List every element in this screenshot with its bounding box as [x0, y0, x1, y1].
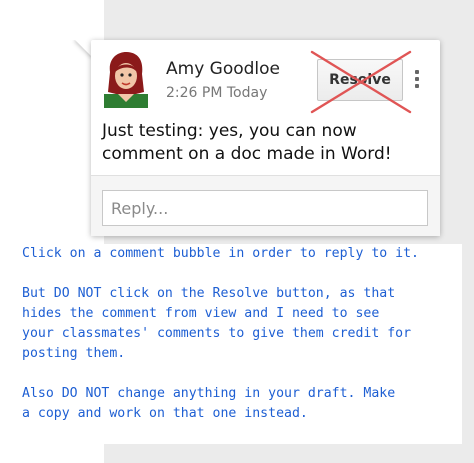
- instruction-paragraph-3: Also DO NOT change anything in your draf…: [22, 384, 462, 424]
- avatar-icon: [104, 52, 148, 108]
- resolve-button[interactable]: Resolve: [317, 59, 403, 101]
- more-vertical-icon[interactable]: [412, 70, 422, 94]
- comment-author: Amy Goodloe: [166, 59, 281, 79]
- instruction-paragraph-1: Click on a comment bubble in order to re…: [22, 246, 419, 261]
- reply-area: [91, 176, 440, 236]
- comment-card[interactable]: Amy Goodloe 2:26 PM Today Resolve Just t…: [91, 40, 440, 236]
- instruction-line: a copy and work on that one instead.: [22, 406, 308, 421]
- comment-timestamp: 2:26 PM Today: [166, 85, 268, 101]
- instruction-line: posting them.: [22, 346, 126, 361]
- instruction-line: Also DO NOT change anything in your draf…: [22, 386, 396, 401]
- instruction-line: your classmates' comments to give them c…: [22, 326, 412, 341]
- instruction-paragraph-2: But DO NOT click on the Resolve button, …: [22, 284, 462, 364]
- instruction-line: hides the comment from view and I need t…: [22, 306, 380, 321]
- comment-pointer: [68, 40, 92, 64]
- instructions-text: Click on a comment bubble in order to re…: [22, 244, 462, 444]
- instruction-line: But DO NOT click on the Resolve button, …: [22, 286, 396, 301]
- comment-body: Just testing: yes, you can now comment o…: [102, 121, 392, 164]
- reply-input[interactable]: [102, 190, 428, 226]
